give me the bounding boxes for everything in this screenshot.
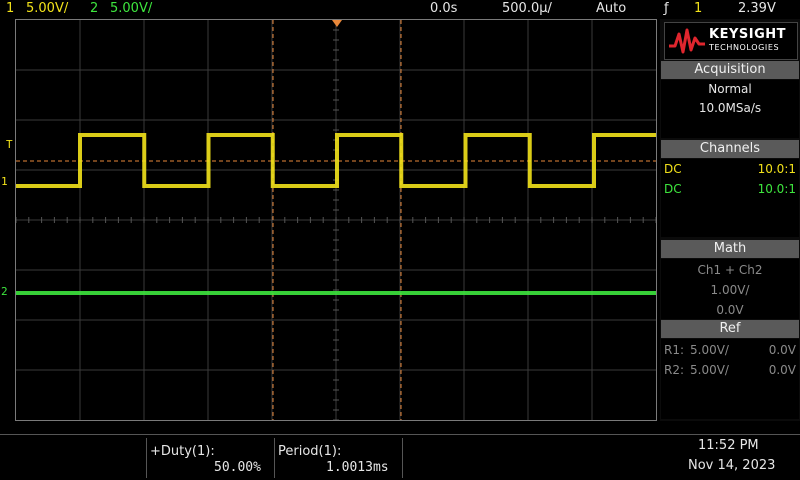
status-bar: 1 5.00V/ 2 5.00V/ 0.0s 500.0µ/ Auto ƒ 1 … [0,0,800,18]
keysight-wave-icon [669,28,705,54]
trigger-level-marker[interactable]: T [6,138,13,151]
channels-header[interactable]: Channels [661,140,799,158]
divider [274,438,275,478]
ref1-offset: 0.0V [768,343,796,357]
ch2-number[interactable]: 2 [90,1,98,16]
acquisition-section[interactable]: Normal 10.0MSa/s [661,80,799,138]
trigger-position-icon [332,20,342,27]
duty-value: 50.00% [214,460,261,475]
math-header[interactable]: Math [661,240,799,258]
trigger-slope-icon[interactable]: ƒ [664,1,669,16]
math-expression: Ch1 + Ch2 [697,263,763,277]
channel-row-2[interactable]: DC 10.0:1 [664,182,796,196]
ch2-ground-marker[interactable]: 2 [1,285,8,298]
trigger-mode[interactable]: Auto [596,1,626,16]
ref-section[interactable]: R1: 5.00V/ 0.0V R2: 5.00V/ 0.0V [661,339,799,419]
channel-row-1[interactable]: DC 10.0:1 [664,162,796,176]
channels-section[interactable]: DC 10.0:1 DC 10.0:1 [661,159,799,237]
duty-label[interactable]: +Duty(1): [150,444,215,459]
ref1-scale: 5.00V/ [690,343,729,357]
brand-name: KEYSIGHT [709,27,786,42]
keysight-logo: KEYSIGHT TECHNOLOGIES [664,22,798,60]
period-value: 1.0013ms [326,460,389,475]
math-offset: 0.0V [716,303,744,317]
time-scale[interactable]: 500.0µ/ [502,1,552,16]
ref2-offset: 0.0V [768,363,796,377]
ref1-name: R1: [664,343,685,357]
ch1-scale[interactable]: 5.00V/ [26,1,68,16]
math-section[interactable]: Ch1 + Ch2 1.00V/ 0.0V [661,259,799,319]
waveform-canvas [16,20,656,420]
math-scale: 1.00V/ [710,283,750,297]
ref-row-2[interactable]: R2: 5.00V/ 0.0V [664,363,796,377]
divider [0,434,800,435]
ch1-probe: 10.0:1 [757,162,796,176]
acquisition-mode: Normal [708,82,752,96]
clock-time: 11:52 PM [698,438,759,453]
measurement-bar: +Duty(1): 50.00% Period(1): 1.0013ms 11:… [0,424,800,480]
time-offset[interactable]: 0.0s [430,1,457,16]
ref-row-1[interactable]: R1: 5.00V/ 0.0V [664,343,796,357]
acquisition-header[interactable]: Acquisition [661,61,799,79]
trigger-source[interactable]: 1 [694,1,702,16]
ref2-scale: 5.00V/ [690,363,729,377]
ref-header[interactable]: Ref [661,320,799,338]
trigger-level[interactable]: 2.39V [738,1,776,16]
ch1-coupling: DC [664,162,682,176]
waveform-display[interactable] [15,19,657,421]
ch1-waveform [16,133,656,188]
ch2-scale[interactable]: 5.00V/ [110,1,152,16]
acquisition-rate: 10.0MSa/s [698,101,762,115]
marker-strip: T 1 2 [0,19,15,421]
clock-date: Nov 14, 2023 [688,458,776,473]
ch1-ground-marker[interactable]: 1 [1,175,8,188]
brand-sub: TECHNOLOGIES [709,43,780,52]
ref2-name: R2: [664,363,685,377]
ch1-number[interactable]: 1 [6,1,14,16]
divider [146,438,147,478]
period-label[interactable]: Period(1): [278,444,341,459]
ch2-probe: 10.0:1 [757,182,796,196]
ch2-coupling: DC [664,182,682,196]
divider [402,438,403,478]
